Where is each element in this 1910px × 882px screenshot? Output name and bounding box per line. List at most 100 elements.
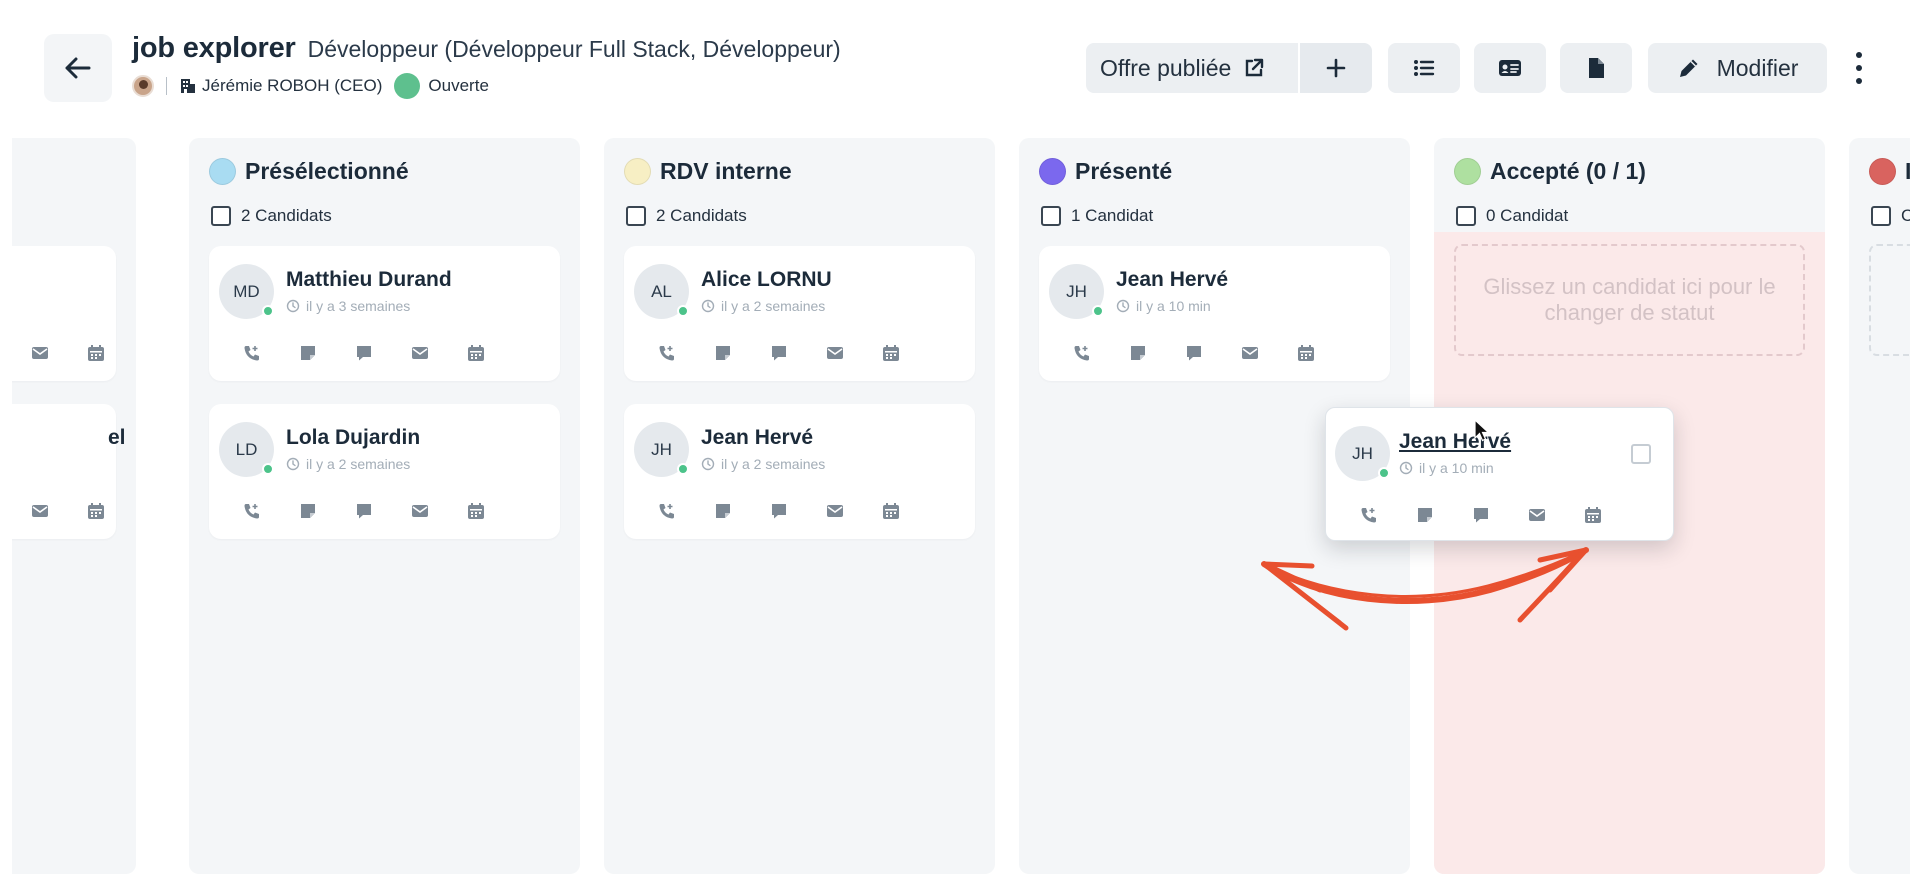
candidate-name[interactable]: Alice LORNU: [701, 268, 832, 292]
chat-icon[interactable]: [768, 500, 790, 522]
candidate-card[interactable]: MD Matthieu Durand il y a 3 semaines: [209, 246, 560, 381]
building-icon: [181, 79, 195, 93]
note-icon[interactable]: [1414, 504, 1436, 526]
select-all-checkbox[interactable]: [211, 206, 231, 226]
dragged-candidate-card[interactable]: JH Jean Hervé il y a 10 min: [1325, 407, 1674, 541]
card-actions: [634, 500, 965, 522]
pencil-icon: [1679, 59, 1698, 77]
phone-icon[interactable]: [241, 500, 263, 522]
calendar-icon[interactable]: [465, 342, 487, 364]
plus-icon: [1326, 58, 1346, 78]
column-status-dot: [1869, 158, 1896, 185]
candidate-card[interactable]: el: [12, 404, 126, 539]
online-indicator: [677, 463, 689, 475]
phone-icon[interactable]: [1358, 504, 1380, 526]
add-button[interactable]: [1300, 43, 1372, 93]
kebab-menu-icon[interactable]: [1848, 48, 1870, 88]
candidate-name[interactable]: Jean Hervé: [1399, 430, 1511, 454]
column-rdv-interne: RDV interne 2 Candidats AL Alice LORNU i…: [604, 138, 995, 874]
candidate-name[interactable]: el: [108, 426, 126, 450]
drop-hint: p: [1869, 244, 1910, 356]
avatar: LD: [219, 422, 274, 477]
card-actions: [12, 342, 106, 364]
calendar-icon[interactable]: [1582, 504, 1604, 526]
calendar-icon[interactable]: [465, 500, 487, 522]
owner-avatar[interactable]: [132, 75, 154, 97]
column-title: Présenté: [1075, 158, 1173, 184]
phone-icon[interactable]: [1071, 342, 1093, 364]
candidate-name[interactable]: Lola Dujardin: [286, 426, 420, 450]
chat-icon[interactable]: [353, 500, 375, 522]
candidate-card[interactable]: [12, 246, 116, 381]
id-card-icon: [1499, 60, 1521, 76]
clock-icon: [701, 457, 715, 471]
calendar-icon[interactable]: [85, 500, 107, 522]
phone-icon[interactable]: [656, 342, 678, 364]
online-indicator: [677, 305, 689, 317]
mail-icon[interactable]: [409, 500, 431, 522]
select-all-checkbox[interactable]: [1456, 206, 1476, 226]
candidate-card[interactable]: AL Alice LORNU il y a 2 semaines: [624, 246, 975, 381]
id-card-button[interactable]: [1474, 43, 1546, 93]
mail-icon[interactable]: [824, 342, 846, 364]
select-all-checkbox[interactable]: [1041, 206, 1061, 226]
chat-icon[interactable]: [353, 342, 375, 364]
note-icon[interactable]: [712, 500, 734, 522]
calendar-icon[interactable]: [1295, 342, 1317, 364]
column-status-dot: [1454, 158, 1481, 185]
chat-icon[interactable]: [1183, 342, 1205, 364]
mail-icon[interactable]: [824, 500, 846, 522]
candidate-count: 2 Candidats: [656, 206, 747, 225]
published-offer-label: Offre publiée: [1100, 54, 1232, 81]
calendar-icon[interactable]: [880, 500, 902, 522]
select-all-checkbox[interactable]: [626, 206, 646, 226]
candidate-name[interactable]: Jean Hervé: [701, 426, 813, 450]
card-actions: [1336, 504, 1663, 526]
column-title: Présélectionné: [245, 158, 409, 184]
candidate-card[interactable]: LD Lola Dujardin il y a 2 semaines: [209, 404, 560, 539]
mail-icon[interactable]: [29, 342, 51, 364]
phone-icon[interactable]: [656, 500, 678, 522]
note-icon[interactable]: [1127, 342, 1149, 364]
candidate-name[interactable]: Jean Hervé: [1116, 268, 1228, 292]
online-indicator: [1378, 467, 1390, 479]
phone-icon[interactable]: [241, 342, 263, 364]
column-partial-right: I C p: [1849, 138, 1910, 874]
column-preselectionne: Présélectionné 2 Candidats MD Matthieu D…: [189, 138, 580, 874]
back-button[interactable]: [44, 34, 112, 102]
mail-icon[interactable]: [409, 342, 431, 364]
external-link-icon: [1246, 58, 1264, 77]
select-all-checkbox[interactable]: [1871, 206, 1891, 226]
online-indicator: [262, 463, 274, 475]
candidate-card[interactable]: JH Jean Hervé il y a 2 semaines: [624, 404, 975, 539]
mail-icon[interactable]: [1526, 504, 1548, 526]
column-status-dot: [209, 158, 236, 185]
candidate-name[interactable]: Matthieu Durand: [286, 268, 452, 292]
chat-icon[interactable]: [1470, 504, 1492, 526]
calendar-icon[interactable]: [880, 342, 902, 364]
clock-icon: [1116, 299, 1130, 313]
candidate-time: il y a 2 semaines: [286, 456, 410, 472]
column-title: I: [1905, 158, 1910, 184]
document-button[interactable]: [1560, 43, 1632, 93]
list-view-button[interactable]: [1388, 43, 1460, 93]
candidate-card[interactable]: JH Jean Hervé il y a 10 min: [1039, 246, 1390, 381]
job-title-block: job explorer Développeur (Développeur Fu…: [132, 32, 841, 99]
column-title: RDV interne: [660, 158, 792, 184]
mail-icon[interactable]: [1239, 342, 1261, 364]
clock-icon: [1399, 461, 1413, 475]
published-offer-button[interactable]: Offre publiée: [1086, 43, 1298, 93]
note-icon[interactable]: [297, 500, 319, 522]
mail-icon[interactable]: [29, 500, 51, 522]
chat-icon[interactable]: [768, 342, 790, 364]
job-status[interactable]: Ouverte: [428, 76, 488, 96]
note-icon[interactable]: [297, 342, 319, 364]
card-actions: [1049, 342, 1380, 364]
note-icon[interactable]: [712, 342, 734, 364]
owner-name[interactable]: Jérémie ROBOH (CEO): [202, 76, 382, 96]
select-checkbox[interactable]: [1631, 444, 1651, 464]
edit-button[interactable]: Modifier: [1648, 43, 1827, 93]
candidate-time: il y a 10 min: [1399, 460, 1494, 476]
calendar-icon[interactable]: [85, 342, 107, 364]
clock-icon: [286, 457, 300, 471]
